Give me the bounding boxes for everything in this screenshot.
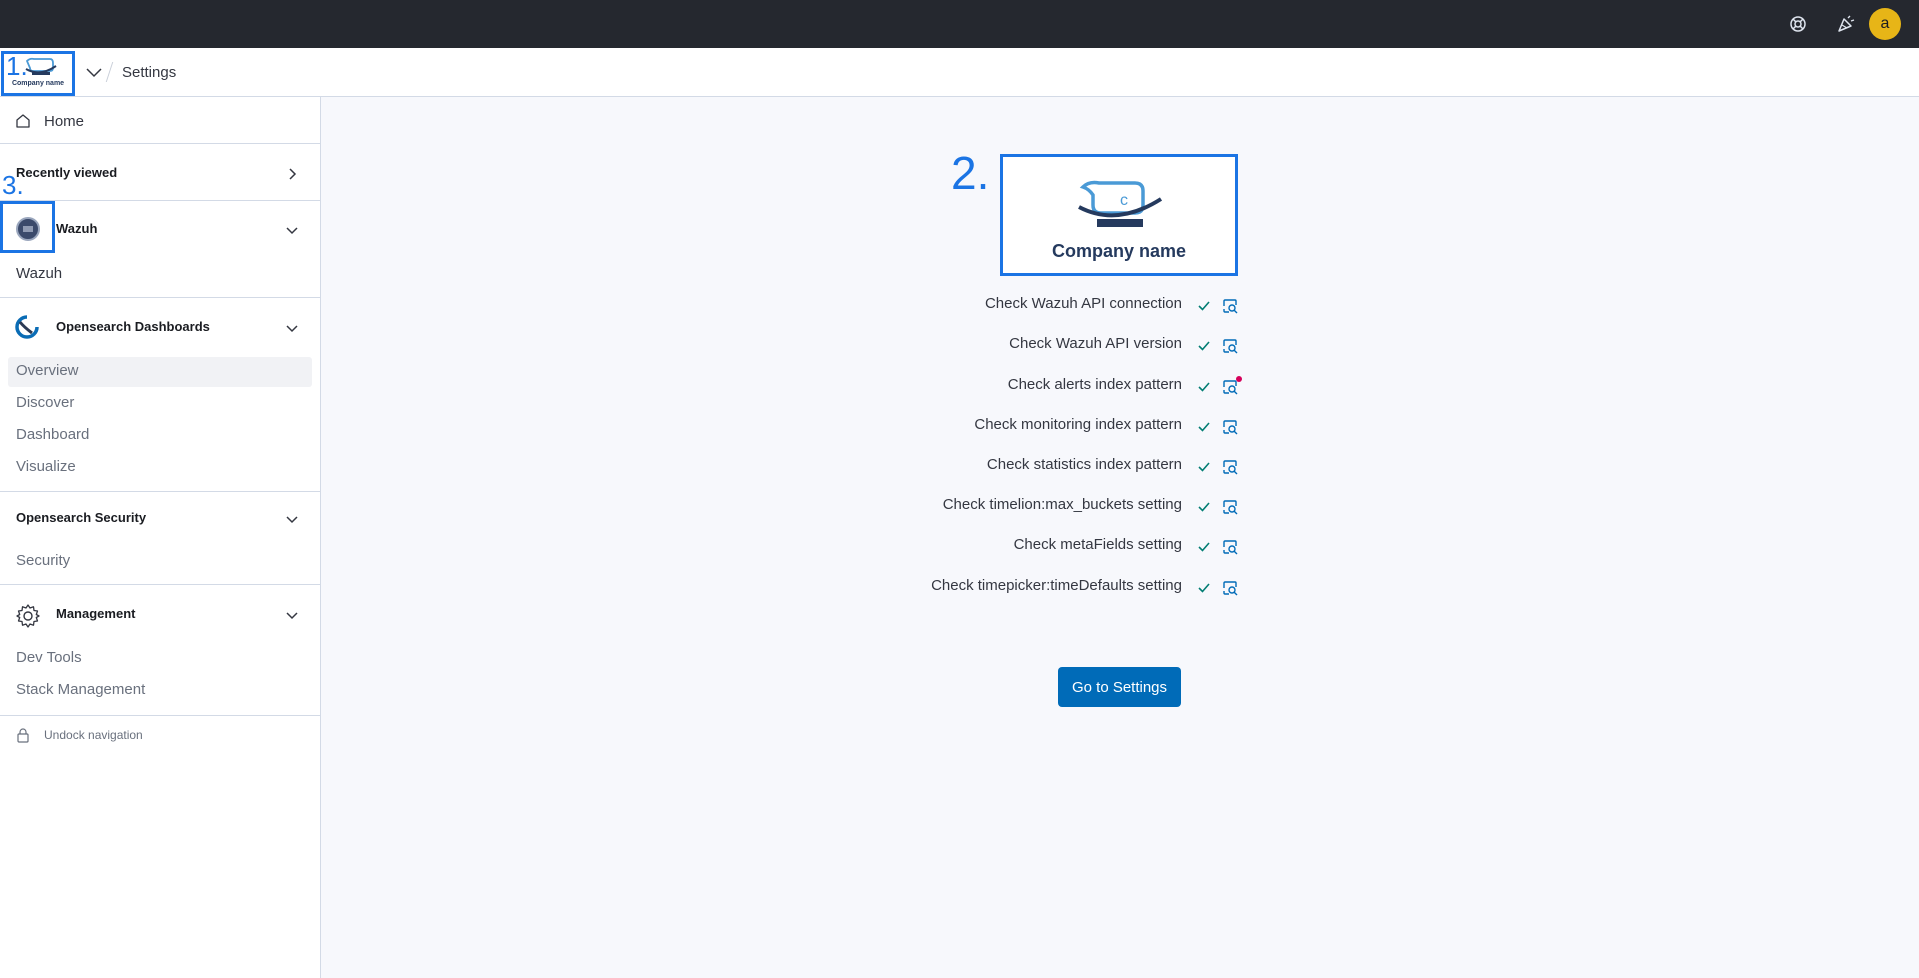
sidebar-item-discover[interactable]: Discover — [16, 394, 74, 411]
undock-navigation[interactable]: Undock navigation — [44, 728, 143, 742]
user-avatar[interactable]: a — [1869, 8, 1901, 40]
inspect-icon[interactable] — [1221, 458, 1239, 476]
inspect-icon[interactable] — [1221, 418, 1239, 436]
notification-dot — [1236, 376, 1242, 382]
check-icon — [1198, 301, 1210, 311]
breadcrumb-separator — [105, 62, 114, 82]
lock-icon — [17, 728, 29, 743]
top-navigation-bar: a — [0, 0, 1919, 48]
help-icon[interactable] — [1786, 12, 1810, 36]
check-icon — [1198, 502, 1210, 512]
inspect-icon[interactable] — [1221, 538, 1239, 556]
brand-company-name: Company name — [1051, 241, 1187, 261]
brand-logo-panel: c Company name — [1000, 154, 1238, 276]
health-check-row: Check statistics index pattern — [700, 456, 1182, 478]
check-icon — [1198, 341, 1210, 351]
wazuh-group-title[interactable]: Wazuh — [56, 221, 97, 236]
health-check-row: Check timelion:max_buckets setting — [700, 496, 1182, 518]
side-navigation: Home Recently viewed 3. Wazuh Wazuh Open… — [0, 97, 321, 978]
check-icon — [1198, 542, 1210, 552]
wazuh-logo-icon — [16, 217, 40, 241]
check-icon — [1198, 422, 1210, 432]
check-icon — [1198, 583, 1210, 593]
check-icon — [1198, 462, 1210, 472]
health-check-label: Check Wazuh API connection — [984, 295, 1182, 312]
chevron-down-icon[interactable] — [84, 64, 104, 80]
annotation-marker-2: 2. — [951, 147, 990, 199]
sidebar-item-wazuh[interactable]: Wazuh — [16, 265, 62, 282]
chevron-down-icon[interactable] — [284, 511, 300, 527]
chevron-down-icon[interactable] — [284, 222, 300, 238]
inspect-icon[interactable] — [1221, 337, 1239, 355]
breadcrumb-settings: Settings — [122, 64, 177, 81]
sidebar-item-stack-management[interactable]: Stack Management — [16, 681, 145, 698]
newsfeed-icon[interactable] — [1834, 12, 1858, 36]
health-check-label: Check alerts index pattern — [1007, 376, 1182, 393]
inspect-icon[interactable] — [1221, 579, 1239, 597]
check-icon — [1198, 382, 1210, 392]
opensearch-dashboards-group-title[interactable]: Opensearch Dashboards — [56, 319, 210, 334]
company-logo-icon — [25, 57, 57, 75]
sidebar-item-security[interactable]: Security — [16, 552, 70, 569]
inspect-icon[interactable] — [1221, 498, 1239, 516]
svg-text:c: c — [1120, 192, 1128, 209]
sidebar-item-dashboard[interactable]: Dashboard — [16, 426, 89, 443]
health-check-row: Check timepicker:timeDefaults setting — [700, 577, 1182, 599]
health-check-label: Check timepicker:timeDefaults setting — [931, 577, 1182, 594]
sidebar-item-dev-tools[interactable]: Dev Tools — [16, 649, 82, 666]
health-check-label: Check monitoring index pattern — [974, 416, 1182, 433]
management-group-title[interactable]: Management — [56, 606, 135, 621]
health-check-label: Check statistics index pattern — [986, 456, 1182, 473]
annotation-marker-1: 1. — [6, 51, 28, 81]
health-check-row: Check monitoring index pattern — [700, 416, 1182, 438]
company-logo-text: Company name — [11, 80, 65, 87]
health-check-label: Check timelion:max_buckets setting — [942, 496, 1182, 513]
inspect-icon[interactable] — [1221, 297, 1239, 315]
header-bar: Company name 1. — [0, 48, 1919, 97]
sidebar-item-home[interactable]: Home — [44, 113, 84, 130]
recently-viewed-title[interactable]: Recently viewed — [16, 165, 117, 180]
health-check-label: Check Wazuh API version — [1009, 335, 1182, 352]
chevron-right-icon[interactable] — [284, 166, 300, 182]
gear-icon — [16, 604, 40, 628]
sidebar-item-overview[interactable]: Overview — [16, 362, 79, 379]
company-brand-logo-icon: c — [1078, 180, 1163, 227]
health-check-row: Check Wazuh API connection — [700, 295, 1182, 317]
sidebar-item-visualize[interactable]: Visualize — [16, 458, 76, 475]
chevron-down-icon[interactable] — [284, 607, 300, 623]
annotation-marker-3: 3. — [2, 170, 24, 200]
health-check-row: Check metaFields setting — [700, 536, 1182, 558]
go-to-settings-button[interactable]: Go to Settings — [1058, 667, 1181, 707]
chevron-down-icon[interactable] — [284, 320, 300, 336]
health-check-label: Check metaFields setting — [1013, 536, 1182, 553]
health-check-row: Check alerts index pattern — [700, 376, 1182, 398]
opensearch-logo-icon — [15, 315, 39, 339]
opensearch-security-group-title[interactable]: Opensearch Security — [16, 510, 146, 525]
home-icon — [16, 114, 30, 128]
health-check-row: Check Wazuh API version — [700, 335, 1182, 357]
